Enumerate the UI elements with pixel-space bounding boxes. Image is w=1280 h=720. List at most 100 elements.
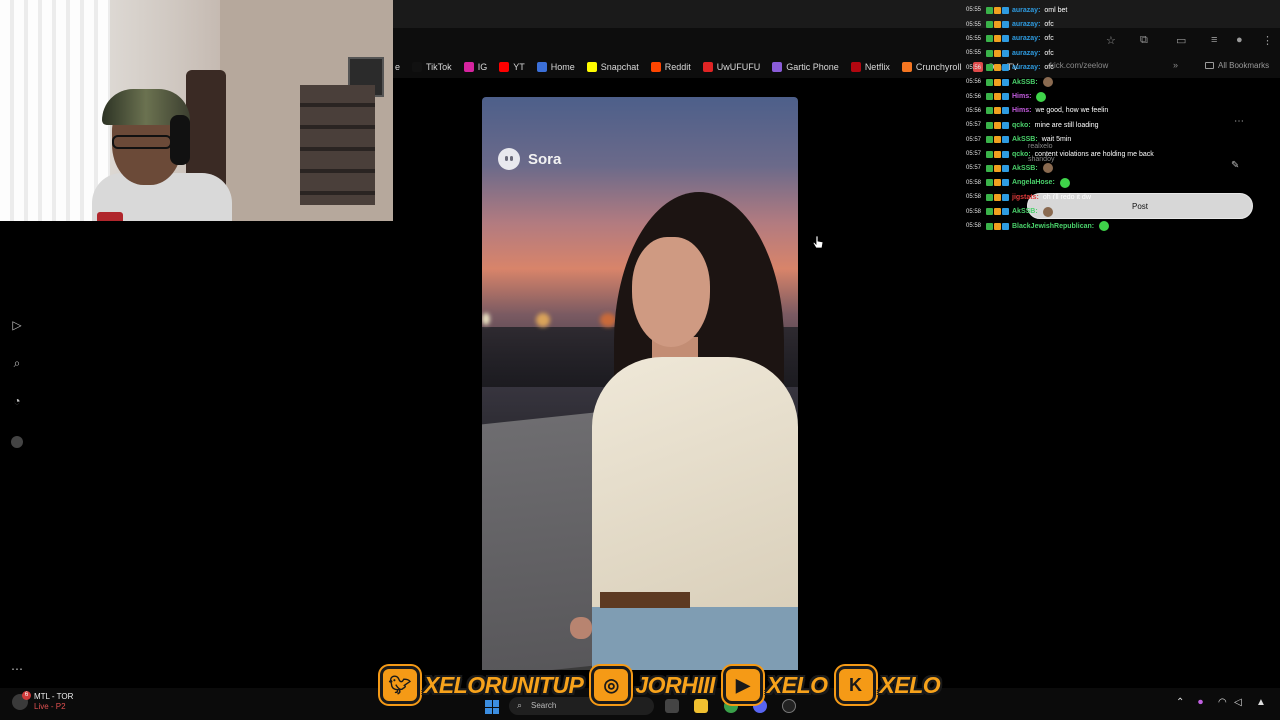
chat-badges	[986, 121, 1009, 129]
chat-timestamp: 05:58	[966, 208, 982, 215]
chat-timestamp: 05:57	[966, 165, 982, 172]
chat-username[interactable]: AkSSB:	[1012, 79, 1038, 86]
chat-text: ofc	[1044, 21, 1054, 29]
chat-timestamp: 05:55	[966, 21, 982, 28]
bookmark-crunchyroll[interactable]: Crunchyroll	[901, 62, 962, 72]
badge-icon	[1002, 179, 1009, 187]
chat-username[interactable]: AkSSB:	[1012, 165, 1038, 172]
bell-icon[interactable]: ◔	[10, 394, 24, 408]
chat-username[interactable]: aurazay:	[1012, 21, 1040, 28]
chat-message: 05:58 BlackJewishRepublican:	[966, 219, 1280, 233]
badge-icon	[1002, 150, 1009, 158]
play-icon[interactable]: ▷	[10, 318, 24, 332]
bookmark-uwufufu[interactable]: UwUFUFU	[702, 62, 760, 72]
emote-icon	[1042, 163, 1053, 174]
chat-username[interactable]: AkSSB:	[1012, 136, 1038, 143]
microphone-icon[interactable]: ⏺	[1198, 697, 1203, 708]
chat-username[interactable]: aurazay:	[1012, 7, 1040, 14]
badge-icon	[1002, 49, 1009, 57]
gartic-icon	[772, 62, 783, 72]
chat-badges	[986, 78, 1009, 86]
chat-message: 05:56 AkSSB:	[966, 75, 1280, 89]
chat-message: 05:56 aurazay: ofc	[966, 61, 1280, 75]
bookmark-netflix[interactable]: Netflix	[850, 62, 890, 72]
reddit-icon	[650, 62, 661, 72]
bookmark-yt[interactable]: YT	[499, 62, 525, 72]
chat-username[interactable]: aurazay:	[1012, 50, 1040, 57]
badge-icon	[1002, 208, 1009, 216]
woman-sweater	[592, 357, 798, 617]
badge-icon	[986, 78, 993, 86]
webcam-shelf	[300, 85, 375, 205]
badge-icon	[994, 222, 1001, 230]
bookmark-e[interactable]: e	[395, 62, 400, 72]
badge-icon	[994, 193, 1001, 201]
badge-icon	[986, 21, 993, 29]
bookmark-home[interactable]: Home	[536, 62, 575, 72]
chat-text: ofc	[1044, 49, 1054, 57]
chat-username[interactable]: qcko:	[1012, 122, 1031, 129]
more-icon[interactable]: ⋯	[10, 662, 24, 676]
badge-icon	[986, 107, 993, 115]
social-handle: XELORUNITUP	[424, 671, 584, 698]
youtube-icon: ▶	[722, 666, 763, 704]
badge-icon	[986, 208, 993, 216]
bookmark-label: Crunchyroll	[915, 62, 962, 72]
weather-widget[interactable]: 6 MTL - TOR Live - P2	[12, 691, 73, 712]
sora-video[interactable]: Sora	[482, 97, 798, 670]
badge-icon	[986, 179, 993, 187]
woman-face	[632, 237, 710, 347]
chat-badges	[986, 35, 1009, 43]
badge-icon	[986, 35, 993, 43]
bookmark-label: YT	[513, 62, 525, 72]
emote-icon	[1042, 77, 1053, 88]
bookmark-ig[interactable]: IG	[463, 62, 488, 72]
chat-text: ofc	[1044, 35, 1054, 43]
badge-icon	[986, 121, 993, 129]
chat-timestamp: 05:58	[966, 194, 982, 201]
chat-timestamp: 05:57	[966, 136, 982, 143]
weather-icon: 6	[12, 691, 31, 710]
wifi-icon[interactable]: ◠	[1218, 697, 1227, 708]
chat-overlay: 05:55 aurazay: oml bet 05:55 aurazay: ofc 05:5…	[966, 3, 1280, 233]
badge-icon	[986, 49, 993, 57]
chat-username[interactable]: Hims:	[1012, 107, 1031, 114]
volume-icon[interactable]: ◁	[1234, 697, 1242, 708]
notification-badge: 6	[22, 691, 31, 700]
bookmark-reddit[interactable]: Reddit	[650, 62, 691, 72]
social-handle: JORHIII	[635, 671, 715, 698]
chat-username[interactable]: aurazay:	[1012, 64, 1040, 71]
notification-icon[interactable]: ▲	[1256, 697, 1266, 708]
sidebar-avatar[interactable]	[11, 436, 23, 448]
badge-icon	[1002, 107, 1009, 115]
snapchat-icon	[586, 62, 597, 72]
chevron-up-icon[interactable]: ⌃	[1176, 697, 1184, 708]
badge-icon	[994, 164, 1001, 172]
badge-icon	[994, 179, 1001, 187]
badge-icon	[1002, 35, 1009, 43]
chat-username[interactable]: jigstats:	[1012, 194, 1039, 201]
chat-text: oh i'll redo it dw	[1042, 193, 1091, 201]
bookmark-tiktok[interactable]: TikTok	[412, 62, 452, 72]
search-icon[interactable]: ⌕	[10, 356, 24, 370]
social-handle: XELO	[879, 671, 941, 698]
bookmark-label: IG	[477, 62, 488, 72]
kick-icon: K	[835, 666, 876, 704]
chat-username[interactable]: qcko:	[1012, 151, 1031, 158]
badge-icon	[994, 64, 1001, 72]
sora-icon	[498, 148, 520, 170]
badge-icon	[1002, 78, 1009, 86]
chat-username[interactable]: aurazay:	[1012, 35, 1040, 42]
chat-badges	[986, 93, 1009, 101]
chat-username[interactable]: AngelaHose:	[1012, 179, 1055, 186]
badge-icon	[994, 78, 1001, 86]
chat-message: 05:57 AkSSB:	[966, 161, 1280, 175]
bookmark-snapchat[interactable]: Snapchat	[586, 62, 639, 72]
chat-username[interactable]: AkSSB:	[1012, 208, 1038, 215]
bookmark-gartic-phone[interactable]: Gartic Phone	[772, 62, 839, 72]
chat-username[interactable]: BlackJewishRepublican:	[1012, 223, 1094, 230]
tiktok-icon	[412, 62, 423, 72]
chat-username[interactable]: Hims:	[1012, 93, 1031, 100]
chat-message: 05:55 aurazay: ofc	[966, 32, 1280, 46]
uwufufu-icon	[702, 62, 713, 72]
